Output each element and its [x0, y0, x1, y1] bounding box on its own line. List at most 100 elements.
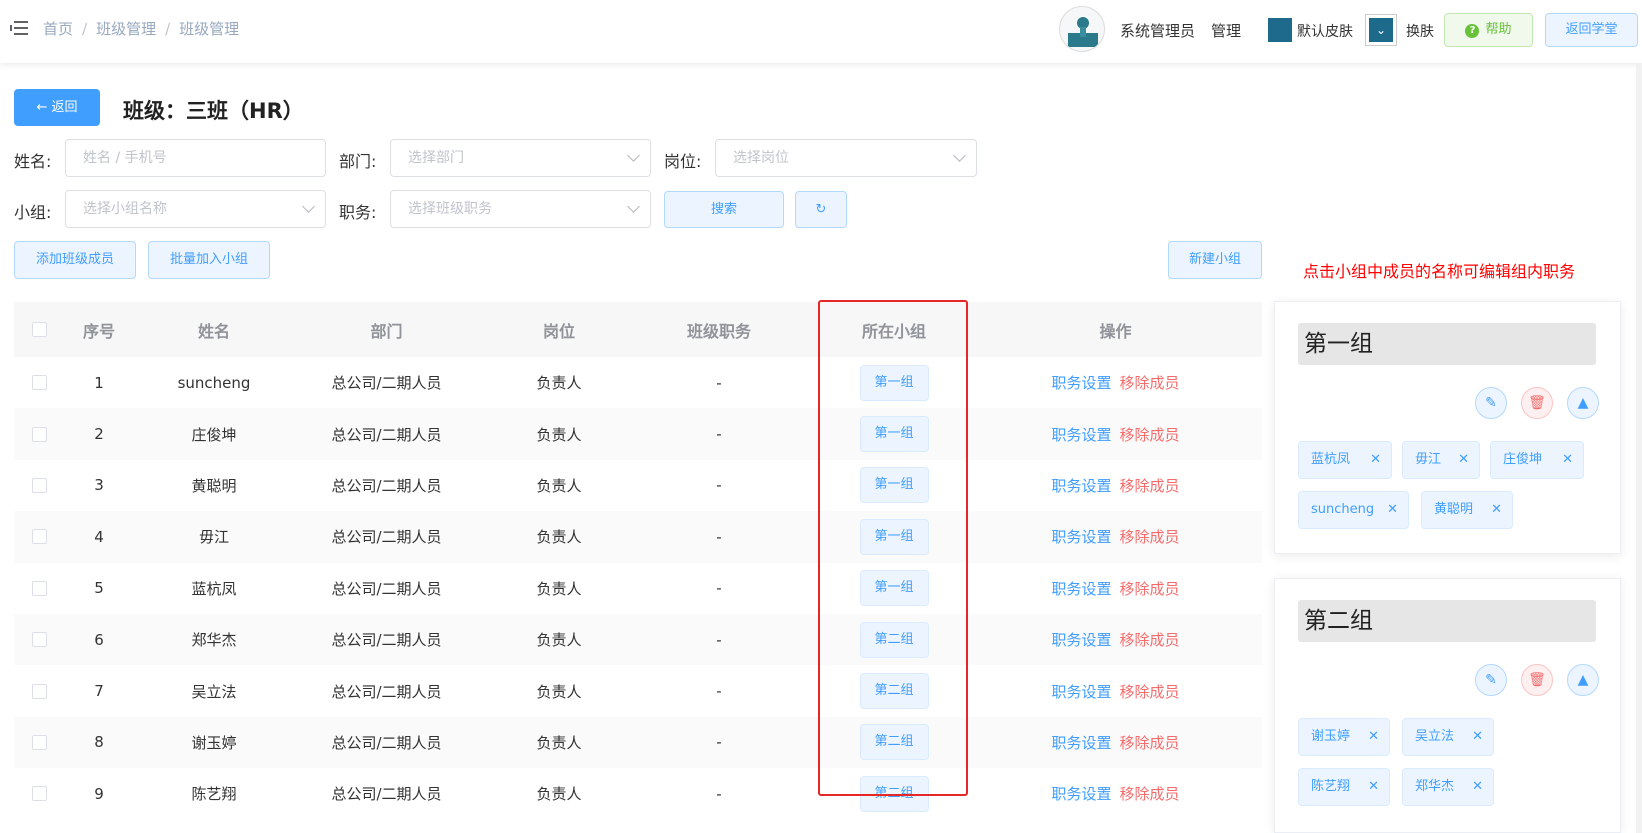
back-button[interactable]: ← 返回: [14, 89, 100, 126]
select-all-checkbox[interactable]: [31, 322, 47, 337]
duty-setting-link[interactable]: 职务设置: [1051, 526, 1111, 547]
breadcrumb-home[interactable]: 首页: [43, 20, 73, 38]
remove-member-link[interactable]: 移除成员: [1120, 629, 1180, 650]
group-name[interactable]: 第一组: [1298, 323, 1596, 365]
duty-setting-link[interactable]: 职务设置: [1051, 372, 1111, 393]
group-tag[interactable]: 第二组: [859, 673, 929, 710]
duty-setting-link[interactable]: 职务设置: [1051, 783, 1111, 804]
member-tag[interactable]: suncheng ✕: [1298, 491, 1409, 529]
remove-member-link[interactable]: 移除成员: [1120, 681, 1180, 702]
edit-icon[interactable]: ✎: [1475, 387, 1507, 419]
group-tag[interactable]: 第一组: [859, 570, 929, 607]
member-tag[interactable]: 谢玉婷 ✕: [1298, 718, 1390, 756]
avatar[interactable]: [1059, 6, 1105, 52]
group-select[interactable]: 选择小组名称: [65, 190, 326, 228]
chevron-down-icon: ⌄: [1369, 18, 1393, 42]
new-group-button[interactable]: 新建小组: [1168, 241, 1262, 279]
member-tag[interactable]: 郑华杰 ✕: [1402, 768, 1494, 806]
close-icon[interactable]: ✕: [1368, 719, 1379, 755]
remove-member-link[interactable]: 移除成员: [1120, 783, 1180, 804]
member-name[interactable]: 吴立法: [1415, 729, 1454, 744]
duty-setting-link[interactable]: 职务设置: [1051, 732, 1111, 753]
cell-post: 负责人: [536, 733, 582, 752]
batch-add-group-button[interactable]: 批量加入小组: [148, 241, 270, 279]
edit-icon[interactable]: ✎: [1475, 664, 1507, 696]
row-checkbox[interactable]: [31, 734, 47, 750]
refresh-icon[interactable]: ↻: [795, 191, 847, 228]
row-checkbox[interactable]: [31, 529, 47, 545]
remove-member-link[interactable]: 移除成员: [1120, 475, 1180, 496]
row-checkbox[interactable]: [31, 477, 47, 493]
add-member-button[interactable]: 添加班级成员: [14, 241, 136, 279]
duty-setting-link[interactable]: 职务设置: [1051, 578, 1111, 599]
group-tag[interactable]: 第二组: [859, 724, 929, 761]
duty-select[interactable]: 选择班级职务: [390, 190, 651, 228]
chevron-down-icon: [627, 200, 640, 213]
close-icon[interactable]: ✕: [1562, 442, 1573, 478]
member-name[interactable]: 黄聪明: [1434, 502, 1473, 517]
remove-member-link[interactable]: 移除成员: [1120, 372, 1180, 393]
close-icon[interactable]: ✕: [1472, 719, 1483, 755]
member-name[interactable]: 陈艺翔: [1311, 779, 1350, 794]
row-checkbox[interactable]: [31, 580, 47, 596]
member-tag[interactable]: 陈艺翔 ✕: [1298, 768, 1390, 806]
menu-toggle-icon[interactable]: [10, 20, 28, 36]
skin-label: 默认皮肤: [1297, 24, 1353, 40]
post-select[interactable]: 选择岗位: [715, 139, 977, 177]
remove-member-link[interactable]: 移除成员: [1120, 526, 1180, 547]
member-tag[interactable]: 毋江 ✕: [1402, 441, 1480, 479]
member-name[interactable]: suncheng: [1311, 502, 1374, 517]
caret-up-icon[interactable]: ▲: [1567, 387, 1599, 419]
member-tag[interactable]: 吴立法 ✕: [1402, 718, 1494, 756]
member-tag[interactable]: 黄聪明 ✕: [1421, 491, 1513, 529]
row-checkbox[interactable]: [31, 632, 47, 648]
scrollbar[interactable]: [1636, 63, 1642, 833]
close-icon[interactable]: ✕: [1491, 492, 1502, 528]
duty-setting-link[interactable]: 职务设置: [1051, 629, 1111, 650]
cell-name: 陈艺翔: [191, 785, 237, 804]
group-tag[interactable]: 第二组: [859, 621, 929, 658]
member-name[interactable]: 蓝杭凤: [1311, 452, 1350, 467]
member-tag[interactable]: 蓝杭凤 ✕: [1298, 441, 1392, 479]
group-name[interactable]: 第二组: [1298, 600, 1596, 642]
member-name[interactable]: 庄俊坤: [1503, 452, 1542, 467]
remove-member-link[interactable]: 移除成员: [1120, 732, 1180, 753]
caret-up-icon[interactable]: ▲: [1567, 664, 1599, 696]
group-tag[interactable]: 第一组: [859, 416, 929, 453]
breadcrumb-class-mgmt[interactable]: 班级管理: [96, 20, 156, 38]
change-skin-link[interactable]: 换肤: [1406, 21, 1434, 41]
help-button[interactable]: ? 帮助: [1444, 13, 1533, 47]
remove-member-link[interactable]: 移除成员: [1120, 578, 1180, 599]
return-academy-button[interactable]: 返回学堂: [1545, 13, 1638, 47]
row-checkbox[interactable]: [31, 786, 47, 802]
member-tag[interactable]: 庄俊坤 ✕: [1490, 441, 1584, 479]
group-tag[interactable]: 第二组: [859, 775, 929, 812]
duty-setting-link[interactable]: 职务设置: [1051, 424, 1111, 445]
cell-no: 2: [94, 425, 104, 444]
remove-member-link[interactable]: 移除成员: [1120, 424, 1180, 445]
close-icon[interactable]: ✕: [1370, 442, 1381, 478]
delete-icon[interactable]: 🗑: [1521, 664, 1553, 696]
dept-select[interactable]: 选择部门: [390, 139, 651, 177]
close-icon[interactable]: ✕: [1387, 492, 1398, 528]
close-icon[interactable]: ✕: [1368, 769, 1379, 805]
name-search-input[interactable]: 姓名 / 手机号: [65, 139, 326, 177]
search-button[interactable]: 搜索: [664, 191, 784, 228]
close-icon[interactable]: ✕: [1472, 769, 1483, 805]
member-name[interactable]: 毋江: [1415, 452, 1441, 467]
close-icon[interactable]: ✕: [1458, 442, 1469, 478]
group-tag[interactable]: 第一组: [859, 518, 929, 555]
row-checkbox[interactable]: [31, 426, 47, 442]
group-tag[interactable]: 第一组: [859, 467, 929, 504]
skin-select[interactable]: ⌄: [1365, 14, 1397, 46]
row-checkbox[interactable]: [31, 375, 47, 391]
member-name[interactable]: 谢玉婷: [1311, 729, 1350, 744]
top-bar: 首页 / 班级管理 / 班级管理 系统管理员 管理 默认皮肤 ⌄ 换肤 ? 帮助 返回学堂: [0, 0, 1642, 63]
delete-icon[interactable]: 🗑: [1521, 387, 1553, 419]
row-checkbox[interactable]: [31, 683, 47, 699]
duty-setting-link[interactable]: 职务设置: [1051, 681, 1111, 702]
group-tag[interactable]: 第一组: [859, 364, 929, 401]
duty-setting-link[interactable]: 职务设置: [1051, 475, 1111, 496]
member-name[interactable]: 郑华杰: [1415, 779, 1454, 794]
cell-duty: -: [716, 733, 722, 752]
